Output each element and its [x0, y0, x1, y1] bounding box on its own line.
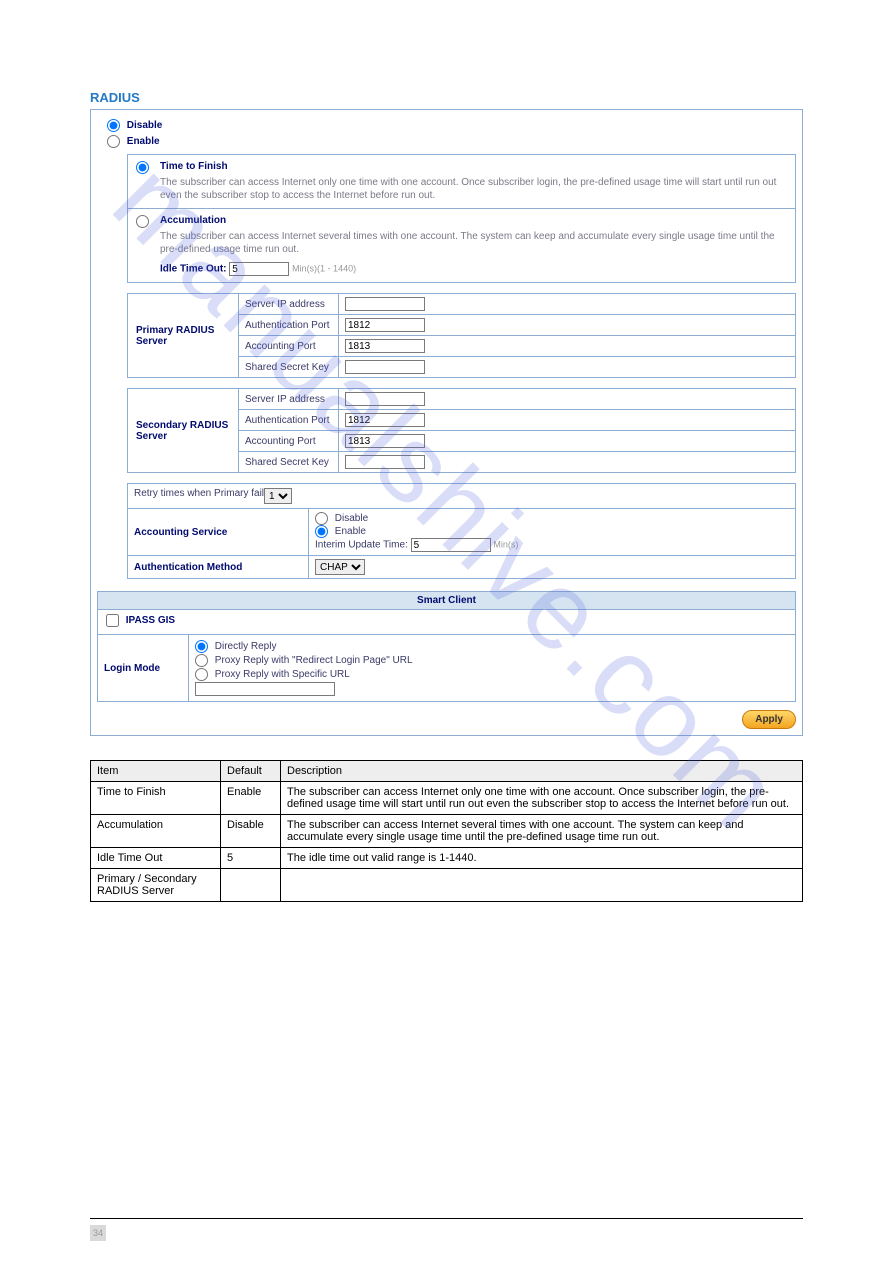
idle-timeout-label: Idle Time Out:: [160, 264, 227, 275]
secondary-auth-input[interactable]: [345, 413, 425, 427]
radius-config-panel: Disable Enable Time to Finish The subscr…: [90, 109, 803, 736]
login-proxy-redirect-label: Proxy Reply with "Redirect Login Page" U…: [215, 655, 413, 666]
acct-service-enable-radio[interactable]: [315, 525, 328, 538]
primary-radius-box: Primary RADIUS Server Server IP address …: [127, 293, 796, 378]
radius-enable-radio[interactable]: [107, 135, 120, 148]
accumulation-desc: The subscriber can access Internet sever…: [160, 230, 787, 256]
secondary-acct-label: Accounting Port: [238, 431, 338, 451]
th-default: Default: [221, 761, 281, 782]
accumulation-title: Accumulation: [160, 215, 787, 226]
secondary-radius-box: Secondary RADIUS Server Server IP addres…: [127, 388, 796, 473]
page-number: 34: [90, 1225, 106, 1241]
secondary-secret-input[interactable]: [345, 455, 425, 469]
auth-method-select[interactable]: CHAP: [315, 559, 365, 575]
td-desc: [281, 869, 803, 902]
auth-method-label: Authentication Method: [128, 556, 308, 578]
td-default: 5: [221, 848, 281, 869]
radius-enable-label: Enable: [127, 136, 160, 147]
footer-rule: [90, 1218, 803, 1219]
primary-acct-label: Accounting Port: [238, 336, 338, 356]
ipass-gis-label: IPASS GIS: [126, 615, 175, 626]
td-desc: The subscriber can access Internet only …: [281, 782, 803, 815]
td-desc: The idle time out valid range is 1-1440.: [281, 848, 803, 869]
td-default: Disable: [221, 815, 281, 848]
secondary-auth-label: Authentication Port: [238, 410, 338, 430]
login-direct-radio[interactable]: [195, 640, 208, 653]
acct-service-enable-label: Enable: [335, 526, 366, 537]
time-to-finish-title: Time to Finish: [160, 161, 787, 172]
radius-disable-label: Disable: [127, 120, 163, 131]
ipass-gis-checkbox[interactable]: [106, 614, 119, 627]
parameter-table: Item Default Description Time to Finish …: [90, 760, 803, 902]
idle-timeout-note: Min(s)(1 - 1440): [292, 264, 356, 274]
apply-button[interactable]: Apply: [742, 710, 796, 729]
interim-unit: Min(s): [493, 540, 518, 550]
login-direct-label: Directly Reply: [215, 641, 277, 652]
primary-ip-input[interactable]: [345, 297, 425, 311]
th-item: Item: [91, 761, 221, 782]
td-item: Primary / Secondary RADIUS Server: [91, 869, 221, 902]
page-title: RADIUS: [90, 90, 803, 105]
interim-input[interactable]: [411, 538, 491, 552]
radius-options-box: Retry times when Primary fail 1 Accounti…: [127, 483, 796, 579]
primary-auth-label: Authentication Port: [238, 315, 338, 335]
usage-mode-box: Time to Finish The subscriber can access…: [127, 154, 796, 283]
td-desc: The subscriber can access Internet sever…: [281, 815, 803, 848]
interim-label: Interim Update Time:: [315, 540, 408, 551]
td-default: Enable: [221, 782, 281, 815]
accumulation-radio[interactable]: [136, 215, 149, 228]
td-item: Idle Time Out: [91, 848, 221, 869]
radius-disable-radio[interactable]: [107, 119, 120, 132]
smart-client-body: IPASS GIS: [97, 609, 796, 635]
smart-client-header: Smart Client: [97, 591, 796, 609]
login-proxy-redirect-radio[interactable]: [195, 654, 208, 667]
td-item: Accumulation: [91, 815, 221, 848]
secondary-radius-title: Secondary RADIUS Server: [128, 389, 238, 472]
secondary-secret-label: Shared Secret Key: [238, 452, 338, 472]
acct-service-label: Accounting Service: [128, 509, 308, 555]
th-description: Description: [281, 761, 803, 782]
primary-secret-label: Shared Secret Key: [238, 357, 338, 377]
time-to-finish-radio[interactable]: [136, 161, 149, 174]
primary-secret-input[interactable]: [345, 360, 425, 374]
primary-radius-title: Primary RADIUS Server: [128, 294, 238, 377]
acct-service-disable-label: Disable: [335, 513, 368, 524]
td-item: Time to Finish: [91, 782, 221, 815]
primary-acct-input[interactable]: [345, 339, 425, 353]
time-to-finish-desc: The subscriber can access Internet only …: [160, 176, 787, 202]
login-proxy-specific-radio[interactable]: [195, 668, 208, 681]
secondary-ip-label: Server IP address: [238, 389, 338, 409]
acct-service-disable-radio[interactable]: [315, 512, 328, 525]
login-mode-box: Login Mode Directly Reply Proxy Reply wi…: [97, 635, 796, 702]
login-proxy-specific-label: Proxy Reply with Specific URL: [215, 669, 350, 680]
secondary-ip-input[interactable]: [345, 392, 425, 406]
primary-auth-input[interactable]: [345, 318, 425, 332]
retry-label: Retry times when Primary fail: [134, 488, 264, 504]
login-mode-label: Login Mode: [98, 635, 188, 701]
retry-select[interactable]: 1: [264, 488, 292, 504]
idle-timeout-input[interactable]: [229, 262, 289, 276]
td-default: [221, 869, 281, 902]
secondary-acct-input[interactable]: [345, 434, 425, 448]
login-url-input[interactable]: [195, 682, 335, 696]
primary-ip-label: Server IP address: [238, 294, 338, 314]
